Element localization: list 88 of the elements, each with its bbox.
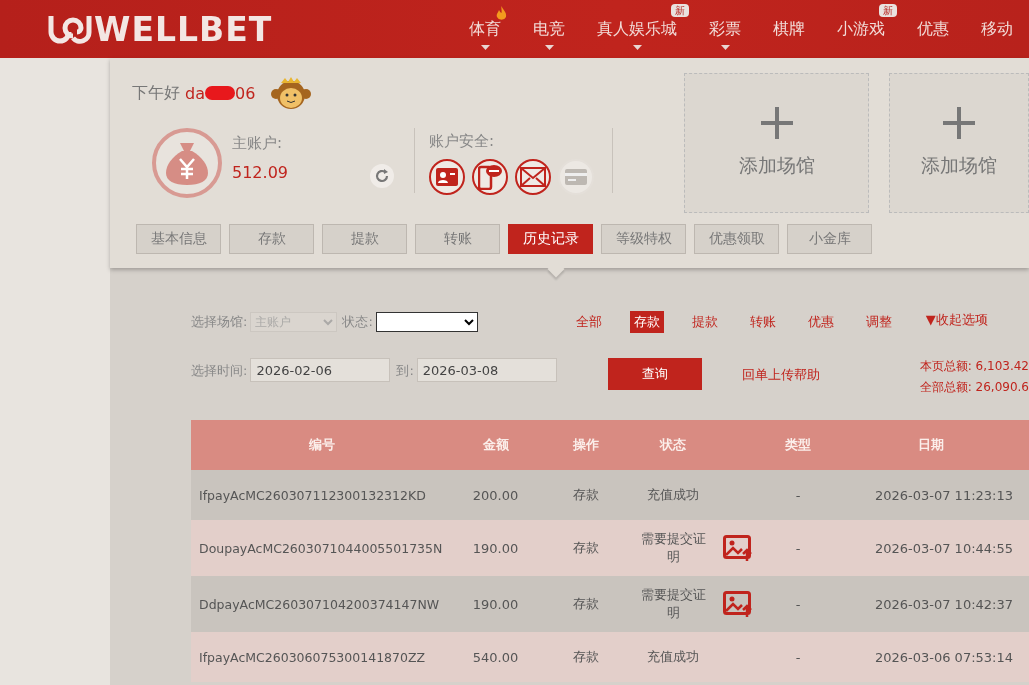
redaction-mark — [205, 86, 236, 100]
account-tab[interactable]: 存款 — [229, 224, 314, 254]
type-filter-link[interactable]: 转账 — [745, 311, 780, 333]
date-cell-text: 2026-03-07 11:23:13 — [873, 487, 1014, 503]
account-tab[interactable]: 转账 — [415, 224, 500, 254]
type-filter-link[interactable]: 优惠 — [803, 311, 838, 333]
nav-link[interactable]: 移动 — [981, 18, 1013, 40]
column-header: 类型 — [784, 436, 812, 454]
refresh-icon[interactable] — [370, 164, 394, 188]
logo-text[interactable]: WELLBET — [94, 9, 273, 49]
date-cell-text: 2026-03-07 10:44:55 — [873, 540, 1014, 556]
type-filter-link[interactable]: 全部 — [571, 311, 606, 333]
account-tab[interactable]: 历史记录 — [508, 224, 593, 254]
column-header: 状态 — [658, 436, 687, 454]
type-cell-text: - — [794, 487, 802, 503]
nav-link[interactable]: 彩票 — [709, 18, 741, 40]
add-venue-card[interactable]: 添加场馆 — [889, 73, 1029, 213]
nav-link[interactable]: 棋牌 — [773, 18, 805, 40]
upload-image-icon[interactable] — [723, 591, 753, 617]
username-text: 06 — [235, 83, 256, 103]
new-badge: 新 — [671, 4, 689, 17]
status-cell-text: 充值成功 — [646, 648, 700, 666]
sms-icon[interactable] — [472, 159, 508, 195]
nav-link[interactable]: 小游戏 — [837, 18, 885, 40]
page-total-text: 本页总额: 6,103.42 — [919, 358, 1029, 375]
amount-cell-text: 190.00 — [471, 596, 520, 612]
account-tab[interactable]: 优惠领取 — [694, 224, 779, 254]
operation-cell-text: 存款 — [571, 486, 600, 504]
query-button[interactable]: 查询 — [607, 358, 702, 390]
end-date-field[interactable]: 2026-03-08 — [416, 358, 557, 382]
column-header: 日期 — [917, 436, 945, 454]
account-tab[interactable]: 等级特权 — [601, 224, 686, 254]
type-cell-text: - — [794, 540, 802, 556]
type-filter-link[interactable]: 提款 — [687, 311, 722, 333]
operation-cell-text: 存款 — [571, 539, 600, 557]
all-total-text: 全部总额: 26,090.6 — [919, 379, 1029, 396]
upload-help-link[interactable]: 回单上传帮助 — [741, 366, 820, 384]
operation-cell-text: 存款 — [571, 595, 600, 613]
plus-icon — [943, 107, 975, 139]
add-venue-label: 添加场馆 — [921, 153, 997, 178]
greeting-text: 下午好 — [132, 82, 181, 104]
column-header: 编号 — [308, 436, 336, 454]
venue-label: 选择场馆: — [191, 313, 248, 331]
plus-icon — [760, 107, 793, 139]
collapse-options-link[interactable]: ▼收起选项 — [925, 311, 988, 333]
account-tab[interactable]: 提款 — [322, 224, 407, 254]
email-icon[interactable] — [515, 159, 551, 195]
amount-cell-text: 540.00 — [471, 649, 520, 665]
amount-cell-text: 200.00 — [471, 487, 520, 503]
username-text: da — [185, 83, 206, 103]
nav-link[interactable]: 电竞 — [533, 18, 565, 40]
type-filter-link[interactable]: 调整 — [861, 311, 896, 333]
nav-link[interactable]: 真人娱乐城 — [597, 18, 677, 40]
id-card-icon[interactable] — [429, 159, 465, 195]
order-id-cell-text: IfpayAcMC260307112300132312KD — [198, 487, 426, 503]
to-label: 到: — [396, 362, 414, 380]
logo-mark-icon — [48, 14, 92, 44]
type-cell-text: - — [794, 596, 802, 612]
status-select[interactable] — [375, 312, 478, 332]
add-venue-label: 添加场馆 — [738, 153, 815, 178]
add-venue-card[interactable]: 添加场馆 — [684, 73, 869, 213]
nav-link[interactable]: 体育 — [469, 18, 501, 40]
column-header: 操作 — [571, 436, 600, 454]
account-tab[interactable]: 小金库 — [787, 224, 872, 254]
status-cell-text: 需要提交证明 — [639, 530, 707, 566]
time-label: 选择时间: — [191, 362, 248, 380]
main-account-label: 主账户: — [232, 134, 284, 153]
monkey-avatar-icon — [271, 76, 312, 110]
type-cell-text: - — [794, 649, 802, 665]
upload-image-icon[interactable] — [723, 535, 753, 561]
status-cell-text: 充值成功 — [646, 486, 700, 504]
order-id-cell-text: DdpayAcMC260307104200374147NW — [198, 596, 440, 612]
order-id-cell-text: DoupayAcMC2603071044005501735N — [198, 540, 443, 556]
nav-link[interactable]: 优惠 — [917, 18, 949, 40]
order-id-cell-text: IfpayAcMC260306075300141870ZZ — [198, 649, 426, 665]
date-cell-text: 2026-03-06 07:53:14 — [873, 649, 1014, 665]
new-badge: 新 — [879, 4, 897, 17]
operation-cell-text: 存款 — [571, 648, 600, 666]
status-cell-text: 需要提交证明 — [639, 586, 707, 622]
balance-amount: 512.09 — [232, 163, 289, 182]
column-header: 金额 — [481, 436, 510, 454]
date-cell-text: 2026-03-07 10:42:37 — [873, 596, 1014, 612]
type-filter-link[interactable]: 存款 — [629, 311, 664, 333]
amount-cell-text: 190.00 — [471, 540, 520, 556]
account-security-label: 账户安全: — [429, 132, 496, 151]
status-label: 状态: — [342, 313, 373, 331]
start-date-field[interactable]: 2026-02-06 — [250, 358, 391, 382]
account-tab[interactable]: 基本信息 — [136, 224, 221, 254]
